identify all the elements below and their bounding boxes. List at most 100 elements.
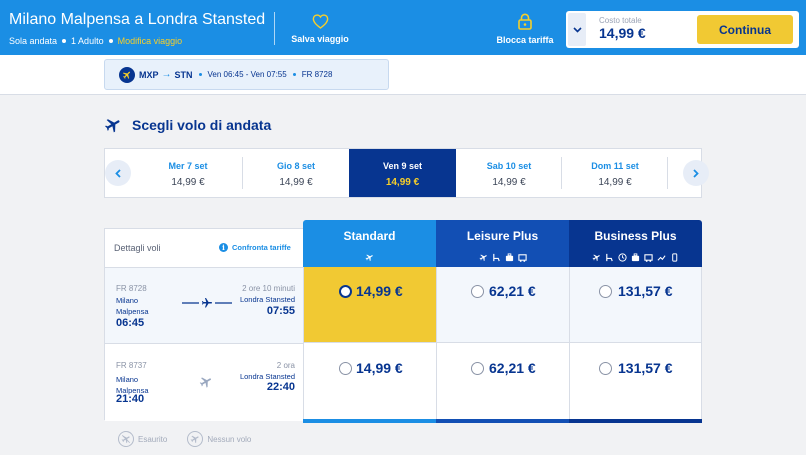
legend-no-flight-label: Nessun volo — [207, 434, 252, 444]
plane-icon — [105, 119, 120, 133]
fare-option-selected[interactable]: 14,99 € — [304, 267, 436, 343]
fare-option[interactable]: 62,21 € — [437, 267, 569, 343]
radio-button[interactable] — [599, 362, 612, 375]
save-trip-label: Salva viaggio — [291, 34, 349, 44]
flight-summary-pill[interactable]: MXP → STN Ven 06:45 - Ven 07:55 FR 8728 — [104, 59, 389, 90]
lock-fare-button[interactable]: Blocca tariffa — [490, 13, 560, 45]
fare-benefits — [569, 252, 702, 262]
date-label: Ven 9 set — [382, 161, 423, 171]
info-icon: i — [219, 243, 228, 252]
flight-details-panel: Dettagli voli i Confronta tariffe FR 872… — [104, 228, 304, 421]
modify-trip-link[interactable]: Modifica viaggio — [118, 36, 183, 46]
date-price: 14,99 € — [171, 177, 205, 188]
radio-button[interactable] — [599, 285, 612, 298]
chevron-down-icon — [572, 26, 582, 33]
clock-icon — [618, 252, 627, 262]
luggage-icon — [644, 253, 653, 262]
date-price: 14,99 € — [279, 177, 313, 188]
origin-airport: Milano Malpensa — [116, 296, 149, 316]
flight-times: Ven 06:45 - Ven 07:55 — [207, 70, 287, 79]
radio-button[interactable] — [339, 362, 352, 375]
date-option-selected[interactable]: Ven 9 set 14,99 € — [349, 149, 456, 197]
fare-option[interactable]: 14,99 € — [304, 344, 436, 420]
fare-column-standard: Standard 14,99 € 14,99 € — [303, 220, 436, 423]
plane-icon — [365, 253, 374, 262]
trip-summary: Sola andata 1 Adulto Modifica viaggio — [9, 36, 182, 46]
plane-badge-icon — [119, 66, 135, 83]
radio-button[interactable] — [471, 362, 484, 375]
next-dates-button[interactable] — [683, 160, 709, 186]
trip-type: Sola andata — [9, 36, 58, 46]
route-title: Milano Malpensa a Londra Stansted — [9, 11, 266, 28]
fare-header[interactable]: Business Plus — [569, 220, 702, 267]
fare-name: Business Plus — [594, 229, 677, 243]
mobile-icon — [670, 252, 679, 262]
destination-airport: Londra Stansted — [239, 372, 295, 381]
radio-button-selected[interactable] — [339, 285, 352, 298]
flight-duration: 2 ora — [276, 361, 295, 370]
total-cost-value: 14,99 € — [599, 25, 646, 41]
date-price: 14,99 € — [598, 177, 632, 188]
flight-details-header: Dettagli voli i Confronta tariffe — [105, 229, 303, 268]
plane-icon — [479, 253, 488, 262]
previous-dates-button[interactable] — [105, 160, 131, 186]
fare-price: 131,57 € — [618, 283, 673, 299]
legend-sold-out-label: Esaurito — [138, 434, 168, 444]
direct-flight-icon — [182, 298, 232, 308]
header-divider — [274, 12, 275, 45]
section-title-text: Scegli volo di andata — [132, 117, 272, 133]
compare-fares-link[interactable]: i Confronta tariffe — [219, 243, 291, 252]
date-option[interactable]: Mer 7 set 14,99 € — [133, 149, 243, 197]
passenger-count: 1 Adulto — [71, 36, 104, 46]
fare-option[interactable]: 62,21 € — [437, 344, 569, 420]
fare-price: 14,99 € — [356, 283, 403, 299]
lock-fare-label: Blocca tariffa — [496, 35, 554, 45]
arrow-right-icon: → — [161, 69, 172, 80]
fare-header[interactable]: Leisure Plus — [436, 220, 569, 267]
date-carousel: Mer 7 set 14,99 € Gio 8 set 14,99 € Ven … — [104, 148, 709, 198]
total-cost-box: Costo totale 14,99 € Continua — [566, 11, 799, 48]
fare-prices: 14,99 € 14,99 € — [303, 267, 436, 419]
flight-row[interactable]: FR 8737 Milano Malpensa 21:40 2 ora Lond… — [105, 345, 303, 421]
separator-dot — [292, 73, 296, 76]
flight-details-label: Dettagli voli — [114, 243, 161, 253]
separator-dot — [62, 39, 67, 43]
date-price: 14,99 € — [385, 177, 420, 188]
lock-icon — [518, 13, 532, 30]
fare-option[interactable]: 131,57 € — [570, 267, 701, 343]
section-title: Scegli volo di andata — [104, 116, 271, 134]
luggage-icon — [517, 253, 527, 262]
fare-header[interactable]: Standard — [303, 220, 436, 267]
arrival-time: 07:55 — [266, 305, 295, 317]
flight-summary-bar: MXP → STN Ven 06:45 - Ven 07:55 FR 8728 — [0, 55, 806, 95]
date-option[interactable]: Sab 10 set 14,99 € — [456, 149, 562, 197]
flight-row[interactable]: FR 8728 Milano Malpensa 06:45 2 ore 10 m… — [105, 268, 303, 344]
destination-airport: Londra Stansted — [239, 295, 295, 304]
bag-icon — [631, 252, 640, 262]
departure-time: 21:40 — [116, 393, 145, 405]
flight-duration: 2 ore 10 minuti — [242, 284, 295, 293]
fare-option[interactable]: 131,57 € — [570, 344, 701, 420]
total-cost-label: Costo totale — [599, 16, 642, 25]
fare-benefits — [303, 252, 436, 262]
radio-button[interactable] — [471, 285, 484, 298]
chevron-right-icon — [693, 168, 699, 178]
heart-icon — [312, 14, 328, 29]
arrival-time: 22:40 — [266, 381, 295, 393]
date-option[interactable]: Dom 11 set 14,99 € — [562, 149, 668, 197]
fare-name: Standard — [343, 229, 396, 243]
date-option[interactable]: Gio 8 set 14,99 € — [243, 149, 349, 197]
date-label: Sab 10 set — [486, 161, 532, 171]
fare-prices: 131,57 € 131,57 € — [569, 267, 702, 419]
continue-button[interactable]: Continua — [697, 15, 793, 44]
destination-code: STN — [174, 69, 193, 80]
fare-column-business-plus: Business Plus 131,57 € 131,57 € — [569, 220, 702, 423]
fare-benefits — [436, 252, 569, 262]
legend: Esaurito Nessun volo — [118, 431, 271, 447]
fare-price: 62,21 € — [489, 283, 536, 299]
save-trip-button[interactable]: Salva viaggio — [285, 14, 355, 44]
expand-total-button[interactable] — [568, 13, 586, 46]
priority-icon — [657, 253, 666, 262]
date-price: 14,99 € — [492, 177, 526, 188]
flight-number: FR 8728 — [116, 284, 147, 293]
